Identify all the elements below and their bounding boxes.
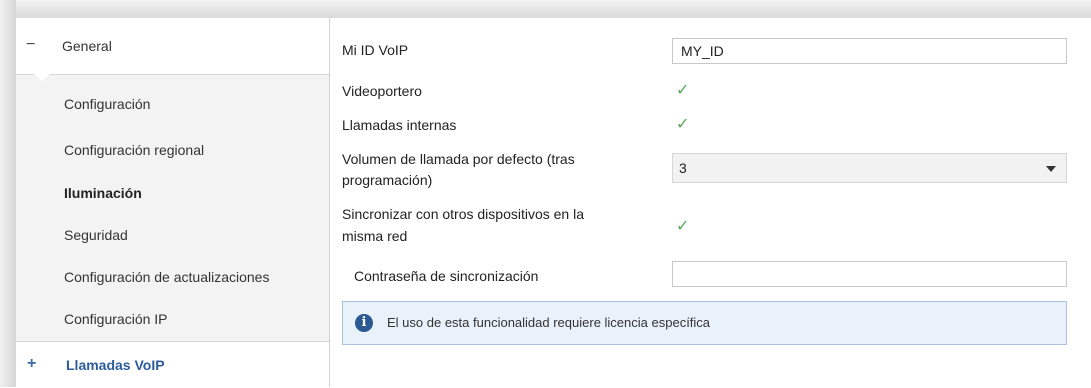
sidebar-item-configuracion-regional[interactable]: Configuración regional: [16, 142, 329, 166]
sidebar-item-label: Configuración IP: [64, 311, 168, 327]
expand-icon[interactable]: +: [27, 355, 36, 373]
window-frame-left: [0, 0, 16, 387]
videoportero-checkbox[interactable]: ✓: [676, 83, 692, 99]
sidebar: − General Configuración Configuración re…: [16, 18, 330, 388]
collapse-icon[interactable]: −: [26, 36, 35, 54]
tree-notch: [34, 74, 50, 81]
sidebar-item-general[interactable]: − General: [16, 18, 329, 75]
settings-panel: Mi ID VoIP Videoportero ✓ Llamadas inter…: [330, 18, 1091, 387]
sidebar-item-label: Configuración: [64, 96, 151, 112]
sidebar-item-label: Iluminación: [64, 185, 142, 201]
sync-label-line1: Sincronizar con otros dispositivos en la: [342, 206, 585, 222]
sidebar-item-label: Seguridad: [64, 227, 128, 243]
internal-calls-checkbox[interactable]: ✓: [676, 117, 692, 133]
voip-id-label: Mi ID VoIP: [342, 42, 409, 58]
info-banner: i El uso de esta funcionalidad requiere …: [342, 301, 1067, 345]
info-icon: i: [355, 314, 373, 332]
sync-checkbox[interactable]: ✓: [676, 219, 692, 235]
sync-password-input[interactable]: [672, 261, 1067, 287]
sync-password-label: Contraseña de sincronización: [354, 268, 539, 284]
window-frame-top: [0, 0, 1091, 18]
chevron-down-icon: [1046, 166, 1056, 172]
info-text: El uso de esta funcionalidad requiere li…: [387, 315, 711, 330]
volume-label-line1: Volumen de llamada por defecto (tras: [342, 151, 575, 167]
sidebar-item-label: General: [62, 38, 112, 54]
sidebar-item-seguridad[interactable]: Seguridad: [16, 227, 329, 251]
internal-calls-label: Llamadas internas: [342, 117, 457, 133]
sidebar-item-label: Configuración regional: [64, 142, 205, 158]
volume-select[interactable]: 3: [672, 153, 1067, 183]
sync-label-line2: misma red: [342, 228, 408, 244]
sidebar-item-label: Configuración de actualizaciones: [64, 269, 270, 285]
sidebar-item-llamadas-voip[interactable]: + Llamadas VoIP: [16, 341, 329, 388]
volume-select-value: 3: [679, 160, 687, 176]
sidebar-item-iluminacion[interactable]: Iluminación: [16, 185, 329, 209]
sidebar-item-configuracion[interactable]: Configuración: [16, 96, 329, 120]
videoportero-label: Videoportero: [342, 83, 422, 99]
sidebar-item-label: Llamadas VoIP: [66, 357, 165, 373]
voip-id-input[interactable]: [672, 38, 1067, 64]
volume-label-line2: programación): [342, 172, 433, 188]
sidebar-item-configuracion-ip[interactable]: Configuración IP: [16, 311, 329, 335]
sidebar-item-configuracion-actualizaciones[interactable]: Configuración de actualizaciones: [16, 269, 329, 293]
